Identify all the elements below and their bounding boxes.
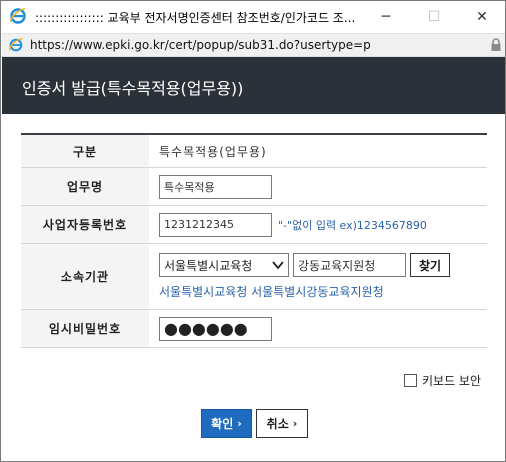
work-label: 업무명 xyxy=(21,168,149,205)
lock-icon xyxy=(491,38,501,51)
business-number-input[interactable]: 1231212345 xyxy=(159,212,272,237)
find-button[interactable]: 찾기 xyxy=(410,253,450,277)
cancel-label: 취소 xyxy=(266,417,289,431)
org-select-value: 서울특별시교육청 xyxy=(164,258,253,273)
type-label: 구분 xyxy=(21,135,149,167)
password-cell: ●●●●●● xyxy=(149,310,487,347)
form-row-password: 임시비밀번호 ●●●●●● xyxy=(21,310,487,348)
certificate-form: 구분 특수목적용(업무용) 업무명 특수목적용 사업자등록번호 12312123… xyxy=(21,133,487,348)
cancel-button[interactable]: 취소 › xyxy=(256,409,308,438)
keyboard-security-checkbox[interactable] xyxy=(404,374,417,387)
office-input[interactable]: 강동교육지원청 xyxy=(293,253,406,277)
chevron-down-icon xyxy=(272,261,284,270)
page-title: 인증서 발급(특수목적용(업무용)) xyxy=(22,79,244,98)
address-bar: https://www.epki.go.kr/cert/popup/sub31.… xyxy=(2,33,505,57)
address-url[interactable]: https://www.epki.go.kr/cert/popup/sub31.… xyxy=(30,38,371,52)
form-row-bizno: 사업자등록번호 1231212345 "-"없이 입력 ex)123456789… xyxy=(21,206,487,244)
work-cell: 특수목적용 xyxy=(149,168,487,205)
business-number-hint: "-"없이 입력 ex)1234567890 xyxy=(278,218,427,232)
bizno-label: 사업자등록번호 xyxy=(21,206,149,243)
page-header: 인증서 발급(특수목적용(업무용)) xyxy=(2,57,505,114)
close-button[interactable]: ✕ xyxy=(459,1,505,33)
confirm-label: 확인 xyxy=(211,417,234,431)
title-bar: ::::::::::::::::: 교육부 전자서명인증센터 참조번호/인가코드… xyxy=(1,1,505,33)
temp-password-input[interactable]: ●●●●●● xyxy=(159,316,272,341)
work-name-input[interactable]: 특수목적용 xyxy=(159,174,272,199)
org-label: 소속기관 xyxy=(21,244,149,309)
form-row-org: 소속기관 서울특별시교육청 강동교육지원청 찾기 서울특별시교육청 서울특별시강… xyxy=(21,244,487,310)
site-ie-icon xyxy=(9,38,23,52)
bizno-cell: 1231212345 "-"없이 입력 ex)1234567890 xyxy=(149,206,487,243)
action-buttons: 확인 › 취소 › xyxy=(201,409,308,438)
type-cell: 특수목적용(업무용) xyxy=(149,135,487,167)
chevron-right-icon: › xyxy=(237,417,242,430)
org-select[interactable]: 서울특별시교육청 xyxy=(159,253,289,277)
type-value: 특수목적용(업무용) xyxy=(159,144,267,159)
keyboard-security-label: 키보드 보안 xyxy=(422,374,482,388)
form-row-type: 구분 특수목적용(업무용) xyxy=(21,135,487,168)
org-controls: 서울특별시교육청 강동교육지원청 찾기 xyxy=(159,253,450,277)
keyboard-security-option[interactable]: 키보드 보안 xyxy=(404,372,481,389)
window-title: ::::::::::::::::: 교육부 전자서명인증센터 참조번호/인가코드… xyxy=(35,11,356,25)
internet-explorer-icon xyxy=(10,8,26,24)
popup-window: ::::::::::::::::: 교육부 전자서명인증센터 참조번호/인가코드… xyxy=(0,0,506,462)
form-row-work: 업무명 특수목적용 xyxy=(21,168,487,206)
org-cell: 서울특별시교육청 강동교육지원청 찾기 서울특별시교육청 서울특별시강동교육지원… xyxy=(149,244,487,309)
maximize-button[interactable]: ☐ xyxy=(411,1,457,33)
minimize-button[interactable]: ─ xyxy=(363,1,409,33)
chevron-right-icon: › xyxy=(292,417,298,430)
confirm-button[interactable]: 확인 › xyxy=(201,409,252,438)
selected-org-text: 서울특별시교육청 서울특별시강동교육지원청 xyxy=(159,285,384,299)
password-label: 임시비밀번호 xyxy=(21,310,149,347)
